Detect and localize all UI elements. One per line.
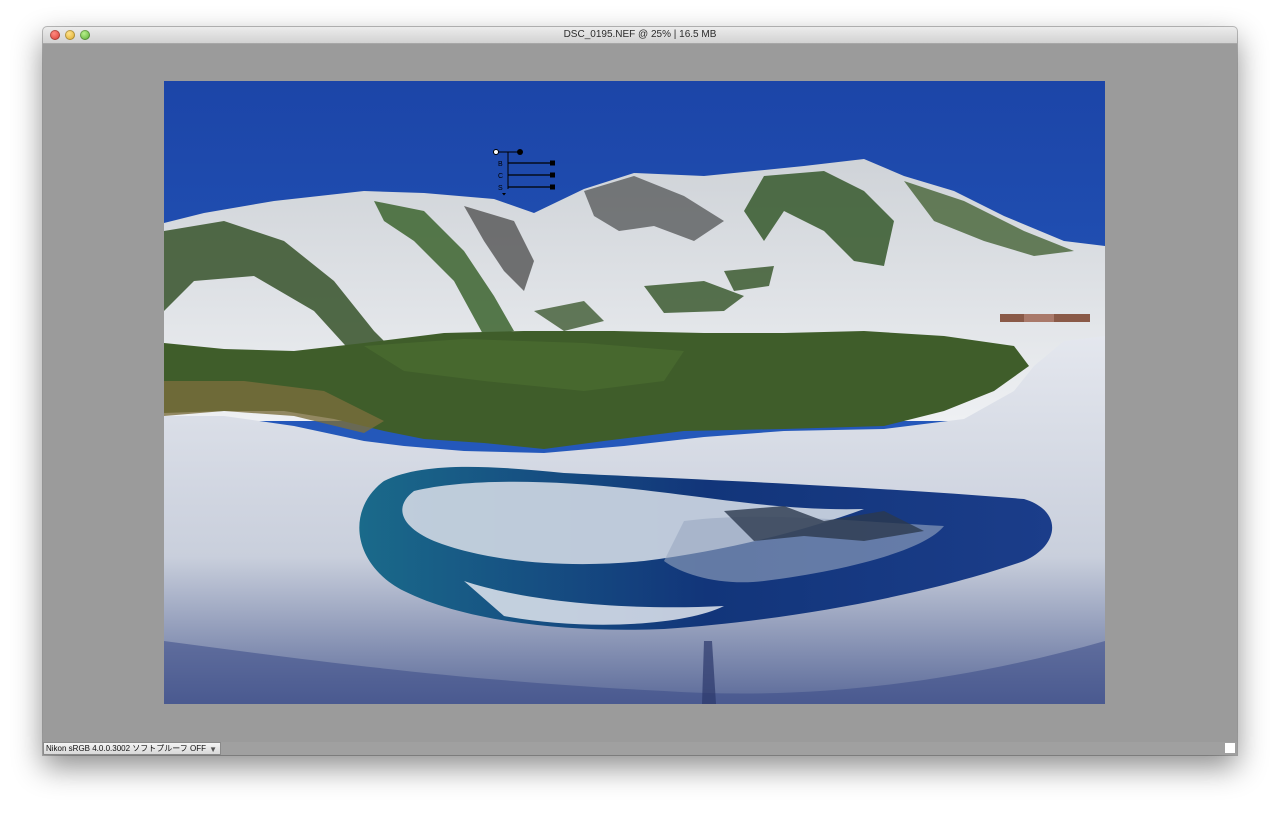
control-point-size-handle[interactable] (517, 149, 523, 155)
resize-grip-icon[interactable] (1225, 743, 1235, 753)
color-profile-label: Nikon sRGB 4.0.0.3002 ソフトプルーフ OFF (46, 744, 207, 753)
brightness-slider-handle[interactable] (550, 160, 555, 166)
contrast-label: C (498, 173, 503, 180)
photo[interactable] (164, 81, 1105, 704)
expand-arrow-icon[interactable] (502, 193, 506, 196)
color-profile-dropdown[interactable]: Nikon sRGB 4.0.0.3002 ソフトプルーフ OFF ▼ (43, 742, 222, 755)
control-point-hud[interactable]: B C S (492, 148, 562, 196)
contrast-slider-handle[interactable] (550, 172, 555, 178)
control-point-handle[interactable] (493, 149, 499, 155)
title-bar[interactable]: DSC_0195.NEF @ 25% | 16.5 MB (43, 27, 1237, 44)
window-title: DSC_0195.NEF @ 25% | 16.5 MB (563, 29, 717, 40)
saturation-slider-handle[interactable] (550, 184, 555, 190)
saturation-label: S (498, 185, 503, 192)
image-window: DSC_0195.NEF @ 25% | 16.5 MB B C S Nikon… (43, 27, 1237, 755)
chevron-down-icon[interactable]: ▼ (209, 744, 217, 755)
image-canvas[interactable]: B C S (43, 44, 1237, 742)
status-bar: Nikon sRGB 4.0.0.3002 ソフトプルーフ OFF ▼ (43, 742, 1237, 755)
brightness-label: B (498, 161, 503, 168)
